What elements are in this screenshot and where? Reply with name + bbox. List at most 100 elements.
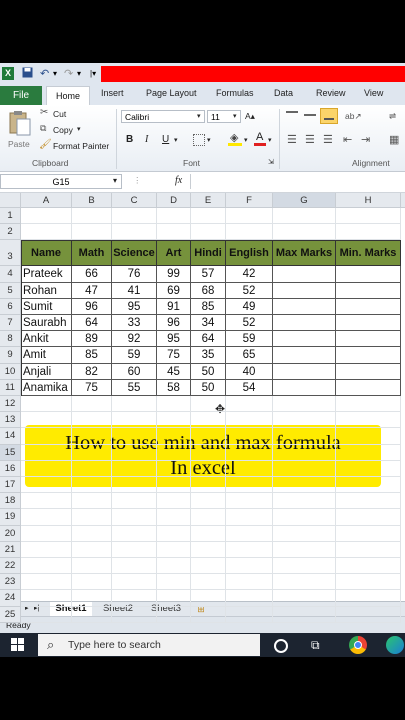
row-header-4[interactable]: 4 [0,266,21,283]
cell-a13[interactable] [21,412,72,429]
cell-e12[interactable] [191,396,226,413]
cell-b18[interactable] [72,493,112,510]
cell-e1[interactable] [191,208,226,225]
font-name-dropdown-icon[interactable]: ▾ [197,112,201,120]
cell-d13[interactable] [157,412,191,429]
row-header-21[interactable]: 21 [0,541,21,558]
cell-c11[interactable]: 55 [112,379,157,396]
cell-b1[interactable] [72,208,112,225]
cell-h7[interactable] [336,315,401,332]
customize-toolbar-icon[interactable]: |▾ [90,67,96,81]
cell-g14[interactable] [273,428,336,445]
cell-e5[interactable]: 68 [191,282,226,299]
cell-h9[interactable] [336,347,401,364]
cell-a19[interactable] [21,509,72,526]
cell-c9[interactable]: 59 [112,347,157,364]
windows-start-icon[interactable] [11,638,25,652]
cell-b7[interactable]: 64 [72,315,112,332]
cell-f14[interactable] [226,428,273,445]
name-box-dropdown-icon[interactable]: ▾ [113,176,117,185]
fill-color-icon[interactable]: ◈ [228,131,242,147]
header-cell-b3[interactable]: Math [72,240,112,267]
cell-c12[interactable] [112,396,157,413]
cell-d5[interactable]: 69 [157,282,191,299]
cell-b19[interactable] [72,509,112,526]
cell-b16[interactable] [72,460,112,477]
cell-b11[interactable]: 75 [72,379,112,396]
cell-e25[interactable] [191,606,226,623]
cell-h16[interactable] [336,460,401,477]
cell-b22[interactable] [72,558,112,575]
cell-e17[interactable] [191,477,226,494]
cell-g22[interactable] [273,558,336,575]
cell-a5[interactable]: Rohan [21,282,72,299]
cell-d22[interactable] [157,558,191,575]
cell-g1[interactable] [273,208,336,225]
cell-h6[interactable] [336,298,401,315]
row-header-8[interactable]: 8 [0,331,21,348]
cell-e18[interactable] [191,493,226,510]
cell-a23[interactable] [21,574,72,591]
row-header-12[interactable]: 12 [0,396,21,413]
cell-g8[interactable] [273,331,336,348]
cell-g25[interactable] [273,606,336,623]
tab-file[interactable]: File [0,86,42,105]
row-header-25[interactable]: 25 [0,606,21,623]
cell-a20[interactable] [21,525,72,542]
underline-button[interactable]: U [162,134,169,145]
cell-e2[interactable] [191,224,226,241]
cell-b5[interactable]: 47 [72,282,112,299]
merge-center-icon[interactable]: ▦ [389,133,399,146]
cell-c16[interactable] [112,460,157,477]
column-header-e[interactable]: E [191,193,226,208]
cell-f9[interactable]: 65 [226,347,273,364]
cell-d23[interactable] [157,574,191,591]
cell-c13[interactable] [112,412,157,429]
cell-g16[interactable] [273,460,336,477]
row-header-7[interactable]: 7 [0,315,21,332]
cell-d19[interactable] [157,509,191,526]
column-header-b[interactable]: B [72,193,112,208]
row-header-24[interactable]: 24 [0,590,21,607]
cell-c7[interactable]: 33 [112,315,157,332]
cell-g17[interactable] [273,477,336,494]
undo-dropdown-icon[interactable]: ▾ [53,67,57,81]
cell-c24[interactable] [112,590,157,607]
cell-f17[interactable] [226,477,273,494]
cell-f22[interactable] [226,558,273,575]
row-header-18[interactable]: 18 [0,493,21,510]
cell-c2[interactable] [112,224,157,241]
cell-h14[interactable] [336,428,401,445]
cell-h20[interactable] [336,525,401,542]
cell-c17[interactable] [112,477,157,494]
cell-d14[interactable] [157,428,191,445]
cell-d1[interactable] [157,208,191,225]
redo-dropdown-icon[interactable]: ▾ [77,67,81,81]
cell-e20[interactable] [191,525,226,542]
cell-e24[interactable] [191,590,226,607]
cell-d8[interactable]: 95 [157,331,191,348]
tab-review[interactable]: Review [316,88,346,98]
row-header-13[interactable]: 13 [0,412,21,429]
cell-g23[interactable] [273,574,336,591]
cell-g24[interactable] [273,590,336,607]
copy-icon[interactable]: ⧉ [40,123,46,134]
cell-h15[interactable] [336,444,401,461]
cell-a8[interactable]: Ankit [21,331,72,348]
cell-a22[interactable] [21,558,72,575]
row-header-9[interactable]: 9 [0,347,21,364]
cell-f4[interactable]: 42 [226,266,273,283]
cell-b6[interactable]: 96 [72,298,112,315]
tab-formulas[interactable]: Formulas [216,88,254,98]
cell-c14[interactable] [112,428,157,445]
cell-f19[interactable] [226,509,273,526]
row-header-10[interactable]: 10 [0,363,21,380]
cell-c8[interactable]: 92 [112,331,157,348]
cell-f10[interactable]: 40 [226,363,273,380]
font-color-icon[interactable]: A [254,131,266,147]
cut-icon[interactable]: ✂ [40,107,48,118]
cell-c15[interactable] [112,444,157,461]
cell-d12[interactable] [157,396,191,413]
cell-h21[interactable] [336,541,401,558]
cell-d2[interactable] [157,224,191,241]
